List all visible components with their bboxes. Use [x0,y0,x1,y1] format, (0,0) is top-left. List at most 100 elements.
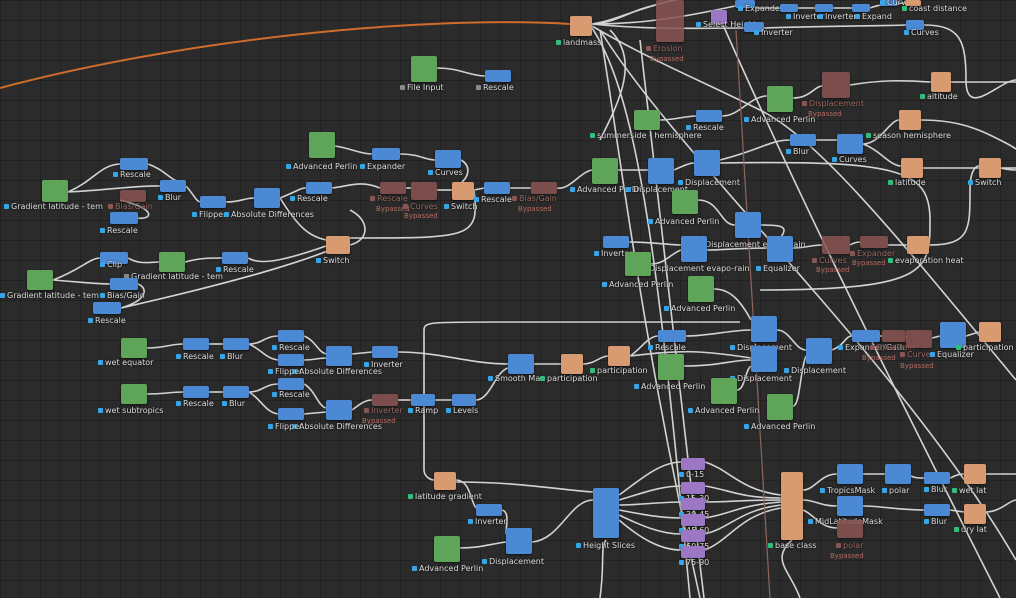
node-altitude[interactable] [931,72,951,92]
node-output-port-icon[interactable] [268,369,273,374]
node-output-port-icon[interactable] [870,345,875,350]
node-latitude[interactable] [901,158,923,178]
node-output-port-icon[interactable] [474,197,479,202]
node-output-port-icon[interactable] [408,494,413,499]
node-advanced-perlin-3[interactable] [592,158,618,184]
node-output-port-icon[interactable] [754,30,759,35]
node-output-port-icon[interactable] [786,149,791,154]
node-output-port-icon[interactable] [192,212,197,217]
node-output-port-icon[interactable] [784,368,789,373]
node-range-75-90[interactable] [681,546,705,558]
node-output-port-icon[interactable] [808,519,813,524]
node-absolute-differences-2[interactable] [326,346,352,366]
node-rescale-ws2[interactable] [278,378,304,390]
node-output-port-icon[interactable] [220,354,225,359]
node-output-port-icon[interactable] [272,345,277,350]
node-output-port-icon[interactable] [100,262,105,267]
node-rescale-center[interactable] [658,330,686,342]
node-output-port-icon[interactable] [412,566,417,571]
node-output-port-icon[interactable] [100,293,105,298]
node-output-port-icon[interactable] [446,408,451,413]
node-output-port-icon[interactable] [488,376,493,381]
node-expander-gain[interactable] [852,330,880,342]
node-output-port-icon[interactable] [98,408,103,413]
node-output-port-icon[interactable] [888,180,893,185]
node-absolute-differences-1[interactable] [254,188,280,208]
node-rescale-mid1[interactable] [306,182,332,194]
node-output-port-icon[interactable] [98,360,103,365]
node-output-port-icon[interactable] [968,180,973,185]
node-output-port-icon[interactable] [108,204,113,209]
node-curves-mid2[interactable] [411,182,437,200]
node-advanced-perlin-9[interactable] [767,394,793,420]
node-advanced-perlin-6[interactable] [688,276,714,302]
node-blur-ml[interactable] [924,504,950,516]
node-ramp[interactable] [411,394,435,406]
node-output-port-icon[interactable] [744,117,749,122]
node-wet-lat[interactable] [964,464,986,484]
node-erosion[interactable] [656,0,684,42]
node-inverter-mid[interactable] [603,236,629,248]
node-curves-evap[interactable] [822,236,850,254]
node-output-port-icon[interactable] [686,125,691,130]
node-advanced-perlin-8[interactable] [711,378,737,404]
node-flipper-3[interactable] [278,408,304,420]
node-output-port-icon[interactable] [648,345,653,350]
node-output-port-icon[interactable] [176,354,181,359]
node-absolute-differences-3[interactable] [326,400,352,420]
node-advanced-perlin-1[interactable] [767,86,793,112]
node-output-port-icon[interactable] [403,204,408,209]
node-output-port-icon[interactable] [512,196,517,201]
node-range-60-75[interactable] [681,530,705,542]
node-output-port-icon[interactable] [272,392,277,397]
node-polar-1[interactable] [885,464,911,484]
node-displacement-e[interactable] [806,338,832,364]
node-participation-1[interactable] [561,354,583,374]
node-output-port-icon[interactable] [786,14,791,19]
node-flipper-1[interactable] [200,196,226,208]
node-expand-top[interactable] [852,4,870,12]
node-output-port-icon[interactable] [626,187,631,192]
node-displacement-a[interactable] [648,158,674,184]
node-bias-right[interactable] [882,330,906,342]
node-displacement-d[interactable] [751,346,777,372]
node-output-port-icon[interactable] [290,196,295,201]
node-wet-equator[interactable] [121,338,147,358]
node-rescale-mid3[interactable] [484,182,510,194]
node-output-port-icon[interactable] [924,487,929,492]
node-output-port-icon[interactable] [268,424,273,429]
node-height-slices[interactable] [593,488,619,538]
node-displacement-top[interactable] [822,72,850,98]
node-output-port-icon[interactable] [730,345,735,350]
node-range-0-15[interactable] [681,458,705,470]
node-gradient-latitude-2[interactable] [159,252,185,272]
node-output-port-icon[interactable] [818,14,823,19]
node-curves-right[interactable] [906,330,932,348]
node-rescale-file[interactable] [485,70,511,82]
node-output-port-icon[interactable] [802,101,807,106]
node-output-port-icon[interactable] [400,85,405,90]
node-output-port-icon[interactable] [836,543,841,548]
node-output-port-icon[interactable] [679,472,684,477]
node-flipper-2[interactable] [278,354,304,366]
node-output-port-icon[interactable] [370,196,375,201]
node-output-port-icon[interactable] [316,258,321,263]
node-output-port-icon[interactable] [468,519,473,524]
node-curves-mid[interactable] [435,150,461,168]
node-output-port-icon[interactable] [882,488,887,493]
node-output-port-icon[interactable] [360,164,365,169]
node-output-port-icon[interactable] [113,172,118,177]
node-switch-mid[interactable] [452,182,474,200]
node-range-15-30[interactable] [681,482,705,494]
node-advanced-perlin-10[interactable] [434,536,460,562]
node-output-port-icon[interactable] [954,527,959,532]
node-equalizer-1[interactable] [767,236,793,262]
node-output-port-icon[interactable] [570,187,575,192]
node-output-port-icon[interactable] [576,543,581,548]
node-output-port-icon[interactable] [408,408,413,413]
node-output-port-icon[interactable] [866,133,871,138]
node-output-port-icon[interactable] [540,376,545,381]
node-curves-season[interactable] [837,134,863,154]
node-inverter-we[interactable] [372,346,398,358]
node-output-port-icon[interactable] [688,408,693,413]
